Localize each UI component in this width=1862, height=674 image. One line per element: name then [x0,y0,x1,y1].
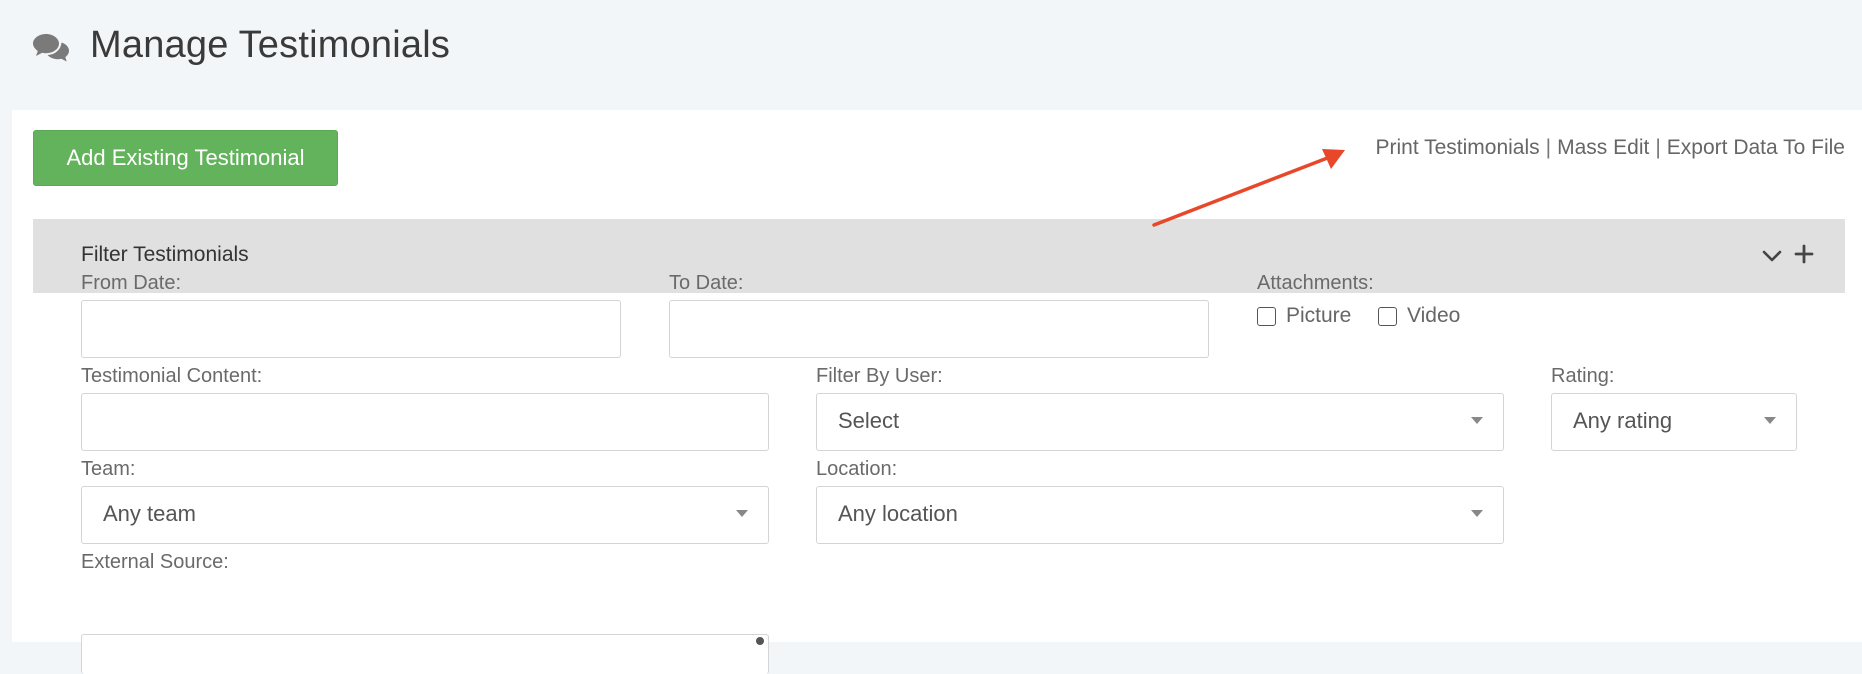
filter-by-user-label: Filter By User: [816,365,943,387]
to-date-input[interactable] [669,300,1209,358]
plus-icon[interactable] [1793,243,1815,265]
team-label: Team: [81,458,136,480]
caret-down-icon [1764,417,1776,424]
video-checkbox[interactable]: Video [1378,304,1460,328]
picture-checkbox-label: Picture [1286,304,1352,327]
external-source-select[interactable] [81,634,769,674]
page-title: Manage Testimonials [90,24,451,66]
video-checkbox-label: Video [1407,304,1461,327]
select-value: Any team [103,501,196,526]
to-date-label: To Date: [669,272,744,294]
chat-bubbles-icon [33,34,69,62]
link-separator: | [1655,136,1661,159]
location-select[interactable]: Any location [816,486,1504,544]
main-panel: Add Existing Testimonial Print Testimoni… [12,110,1862,674]
from-date-label: From Date: [81,272,182,294]
mass-edit-link[interactable]: Mass Edit [1557,136,1649,159]
loading-dot-icon [756,637,764,645]
export-data-link[interactable]: Export Data To File [1667,136,1845,159]
checkbox-box[interactable] [1378,306,1397,326]
location-label: Location: [816,458,898,480]
select-value: Select [838,408,900,433]
action-links: Print Testimonials | Mass Edit | Export Data… [1375,136,1845,160]
add-existing-testimonial-button[interactable]: Add Existing Testimonial [33,130,338,186]
picture-checkbox[interactable]: Picture [1257,304,1351,328]
rating-select[interactable]: Any rating [1551,393,1797,451]
attachments-label: Attachments: [1257,272,1374,294]
testimonial-content-label: Testimonial Content: [81,365,263,387]
chevron-down-icon[interactable] [1761,245,1783,267]
page-header: Manage Testimonials [0,0,1862,110]
filter-by-user-select[interactable]: Select [816,393,1504,451]
caret-down-icon [1471,510,1483,517]
external-source-label: External Source: [81,551,229,573]
checkbox-box[interactable] [1257,306,1276,326]
rating-label: Rating: [1551,365,1615,387]
team-select[interactable]: Any team [81,486,769,544]
filter-testimonials-header[interactable]: Filter Testimonials [33,219,1845,293]
link-separator: | [1545,136,1552,159]
from-date-input[interactable] [81,300,621,358]
testimonial-content-input[interactable] [81,393,769,451]
select-value: Any rating [1573,408,1673,433]
caret-down-icon [1471,417,1483,424]
caret-down-icon [736,510,748,517]
filter-title: Filter Testimonials [81,243,249,266]
print-testimonials-link[interactable]: Print Testimonials [1375,136,1539,159]
select-value: Any location [838,501,958,526]
